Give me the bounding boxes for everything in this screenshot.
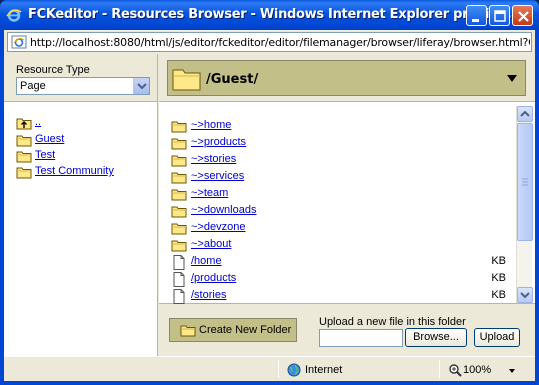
resource-type-label: Resource Type bbox=[16, 64, 90, 76]
page-ie-icon bbox=[11, 35, 27, 49]
chevron-up-icon bbox=[520, 110, 530, 117]
file-name[interactable]: ~>products bbox=[191, 136, 246, 148]
file-name[interactable]: ~>team bbox=[191, 187, 228, 199]
status-separator bbox=[278, 360, 279, 378]
folder-icon bbox=[16, 167, 32, 179]
file-name[interactable]: ~>home bbox=[191, 119, 231, 131]
actions-bar: Create New Folder Upload a new file in t… bbox=[159, 304, 535, 356]
tree-item-label[interactable]: Test bbox=[35, 149, 55, 161]
path-dropdown-icon[interactable] bbox=[507, 75, 517, 82]
minimize-icon bbox=[472, 19, 479, 22]
file-name[interactable]: /stories bbox=[191, 289, 226, 301]
folder-up-icon bbox=[16, 118, 32, 130]
file-size: KB bbox=[491, 255, 506, 267]
file-name[interactable]: ~>stories bbox=[191, 153, 236, 165]
create-folder-label: Create New Folder bbox=[199, 324, 292, 336]
file-name[interactable]: ~>about bbox=[191, 238, 231, 250]
zoom-icon[interactable] bbox=[448, 363, 462, 377]
folder-icon bbox=[16, 151, 32, 163]
dropdown-button[interactable] bbox=[133, 78, 149, 94]
upload-label: Upload a new file in this folder bbox=[319, 316, 466, 328]
list-item[interactable]: /home KB bbox=[171, 254, 511, 270]
folder-icon bbox=[171, 155, 187, 167]
internet-explorer-icon bbox=[6, 9, 22, 22]
list-item[interactable]: ~>services bbox=[171, 169, 511, 185]
folder-icon bbox=[171, 189, 187, 201]
minimize-button[interactable] bbox=[466, 5, 487, 26]
chevron-down-icon bbox=[137, 83, 147, 90]
address-url: http://localhost:8080/html/js/editor/fck… bbox=[30, 36, 530, 49]
scroll-down-button[interactable] bbox=[517, 287, 533, 303]
current-folder-path: /Guest/ bbox=[206, 72, 259, 87]
file-list-scrollbar[interactable] bbox=[516, 106, 533, 303]
resource-type-value: Page bbox=[20, 80, 46, 92]
list-item[interactable]: /stories KB bbox=[171, 288, 511, 304]
security-zone: Internet bbox=[305, 364, 343, 376]
list-item[interactable]: ~>stories bbox=[171, 152, 511, 168]
resource-type-panel: Resource Type Page bbox=[4, 54, 158, 102]
tree-item-label[interactable]: Guest bbox=[35, 133, 64, 145]
tree-item-label[interactable]: Test Community bbox=[35, 165, 114, 177]
resource-type-select[interactable]: Page bbox=[16, 77, 150, 95]
file-size: KB bbox=[491, 289, 506, 301]
browse-button[interactable]: Browse... bbox=[405, 328, 467, 347]
folder-icon bbox=[16, 135, 32, 147]
document-icon bbox=[173, 255, 185, 270]
zoom-level[interactable]: 100% bbox=[463, 364, 491, 376]
file-name[interactable]: /products bbox=[191, 272, 236, 284]
close-button[interactable] bbox=[512, 5, 533, 26]
status-separator bbox=[439, 360, 440, 378]
address-field[interactable]: http://localhost:8080/html/js/editor/fck… bbox=[7, 32, 532, 52]
scroll-thumb[interactable] bbox=[517, 123, 533, 241]
list-item[interactable]: ~>downloads bbox=[171, 203, 511, 219]
window-title: FCKeditor - Resources Browser - Windows … bbox=[28, 7, 521, 22]
file-name[interactable]: /home bbox=[191, 255, 222, 267]
folder-icon bbox=[171, 172, 187, 184]
list-item[interactable]: /products KB bbox=[171, 271, 511, 287]
maximize-icon bbox=[494, 10, 506, 22]
file-name[interactable]: ~>devzone bbox=[191, 221, 245, 233]
document-icon bbox=[173, 289, 185, 304]
folder-icon bbox=[171, 206, 187, 218]
upload-file-input[interactable] bbox=[319, 329, 403, 347]
file-size: KB bbox=[491, 272, 506, 284]
list-item[interactable]: ~>devzone bbox=[171, 220, 511, 236]
file-name[interactable]: ~>downloads bbox=[191, 204, 256, 216]
list-item[interactable]: ~>about bbox=[171, 237, 511, 253]
tree-footer bbox=[4, 304, 158, 356]
tree-item-label[interactable]: .. bbox=[35, 116, 41, 128]
create-folder-button[interactable]: Create New Folder bbox=[169, 318, 297, 342]
folder-icon bbox=[171, 240, 187, 252]
zoom-dropdown-icon[interactable] bbox=[509, 369, 515, 373]
scroll-up-button[interactable] bbox=[517, 106, 533, 122]
grip-icon bbox=[522, 178, 528, 186]
folder-icon bbox=[171, 138, 187, 150]
title-bar: FCKeditor - Resources Browser - Windows … bbox=[0, 0, 539, 30]
folder-large-icon bbox=[172, 69, 201, 91]
folder-icon bbox=[171, 223, 187, 235]
address-bar: http://localhost:8080/html/js/editor/fck… bbox=[4, 30, 535, 54]
list-item[interactable]: ~>home bbox=[171, 118, 511, 134]
list-item[interactable]: ~>team bbox=[171, 186, 511, 202]
current-folder-bar[interactable]: /Guest/ bbox=[167, 60, 526, 96]
upload-button[interactable]: Upload bbox=[474, 328, 520, 347]
folder-icon bbox=[171, 121, 187, 133]
status-bar: Internet 100% bbox=[4, 356, 535, 381]
document-icon bbox=[173, 272, 185, 287]
folder-icon bbox=[180, 325, 196, 337]
close-icon bbox=[518, 11, 529, 22]
file-list: ~>home ~>products ~>stories ~>services ~… bbox=[159, 102, 535, 304]
current-folder-panel: /Guest/ bbox=[159, 54, 535, 102]
file-name[interactable]: ~>services bbox=[191, 170, 244, 182]
chevron-down-icon bbox=[520, 292, 530, 299]
maximize-button[interactable] bbox=[489, 5, 510, 26]
globe-icon bbox=[287, 363, 301, 377]
list-item[interactable]: ~>products bbox=[171, 135, 511, 151]
